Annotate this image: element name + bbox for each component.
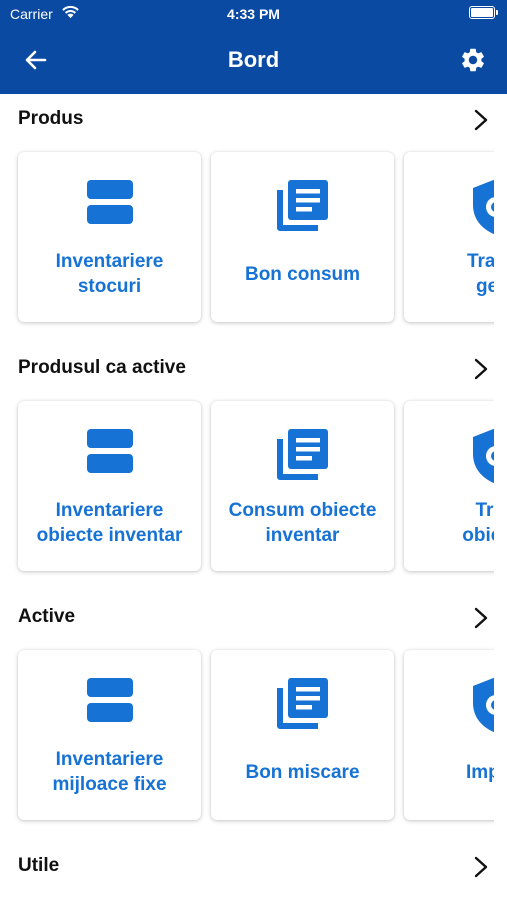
storage-icon <box>18 178 201 236</box>
card-label: Consum obiecte inventar <box>228 500 377 546</box>
chevron-right-icon <box>474 109 488 131</box>
storage-icon <box>18 676 201 734</box>
dashboard-content[interactable]: Produs Inventariere stocuri Bon consum T… <box>0 94 507 900</box>
section-title: Produsul ca active <box>18 357 186 378</box>
card-label: Bon consum <box>244 263 361 285</box>
card-label: Inventariere obiecte inventar <box>36 500 183 546</box>
status-time: 4:33 PM <box>227 6 280 22</box>
card-row-produs[interactable]: Inventariere stocuri Bon consum Transf g… <box>0 148 494 328</box>
shield-icon <box>404 178 494 236</box>
battery-icon <box>469 6 498 19</box>
card-row-produsul-ca-active[interactable]: Inventariere obiecte inventar Consum obi… <box>0 397 494 577</box>
card-transfer-obiecte[interactable]: Tran obiecte <box>404 401 494 571</box>
card-label: Transf gest <box>466 251 494 297</box>
card-inventariere-stocuri[interactable]: Inventariere stocuri <box>18 152 201 322</box>
card-label: Inventariere mijloace fixe <box>52 749 167 795</box>
card-row-active[interactable]: Inventariere mijloace fixe Bon miscare I… <box>0 646 494 826</box>
chevron-right-icon <box>474 856 488 878</box>
card-label: Inventariere stocuri <box>55 251 164 297</box>
card-label: Import <box>465 761 494 783</box>
chevron-right-icon <box>474 358 488 380</box>
shield-icon <box>404 427 494 485</box>
card-label: Tran obiecte <box>462 500 494 546</box>
chevron-right-icon <box>474 607 488 629</box>
card-bon-miscare[interactable]: Bon miscare <box>211 650 394 820</box>
document-stack-icon <box>211 178 394 236</box>
gear-icon[interactable] <box>459 46 487 74</box>
document-stack-icon <box>211 427 394 485</box>
card-inventariere-obiecte-inventar[interactable]: Inventariere obiecte inventar <box>18 401 201 571</box>
back-button[interactable] <box>22 46 50 74</box>
section-title: Utile <box>18 855 60 876</box>
storage-icon <box>18 427 201 485</box>
app-header: Carrier 4:33 PM Bord <box>0 0 507 94</box>
page-title: Bord <box>227 47 280 72</box>
document-stack-icon <box>211 676 394 734</box>
section-header-produsul-ca-active[interactable]: Produsul ca active <box>0 349 507 389</box>
section-title: Active <box>18 606 76 627</box>
card-import[interactable]: Import <box>404 650 494 820</box>
status-bar: Carrier 4:33 PM <box>0 0 507 28</box>
card-transfer-gestiune[interactable]: Transf gest <box>404 152 494 322</box>
card-label: Bon miscare <box>245 761 360 783</box>
card-inventariere-mijloace-fixe[interactable]: Inventariere mijloace fixe <box>18 650 201 820</box>
card-consum-obiecte-inventar[interactable]: Consum obiecte inventar <box>211 401 394 571</box>
shield-icon <box>404 676 494 734</box>
card-bon-consum[interactable]: Bon consum <box>211 152 394 322</box>
section-title: Produs <box>18 108 84 129</box>
section-header-produs[interactable]: Produs <box>0 100 507 140</box>
section-header-utile[interactable]: Utile <box>0 847 507 887</box>
section-header-active[interactable]: Active <box>0 598 507 638</box>
